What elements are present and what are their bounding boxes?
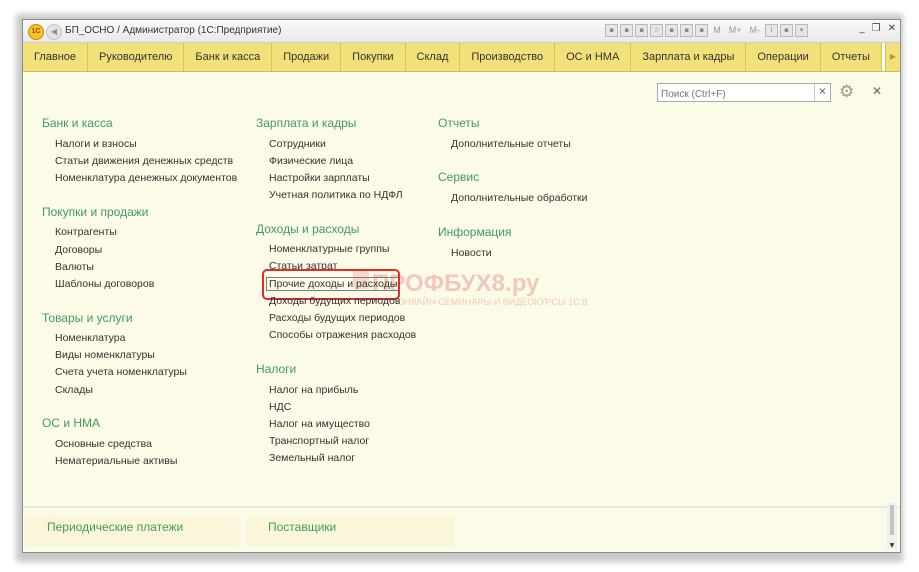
link-expense-reflection-methods[interactable]: Способы отражения расходов xyxy=(269,329,416,341)
section-salary: Зарплата и кадры xyxy=(256,116,357,130)
link-contracts[interactable]: Договоры xyxy=(55,244,102,256)
link-counterparties[interactable]: Контрагенты xyxy=(55,226,117,238)
menu-item-salary[interactable]: Зарплата и кадры xyxy=(631,43,747,71)
restore-icon[interactable]: ❐ xyxy=(872,23,881,34)
favorite-star-icon[interactable]: ☆ xyxy=(650,24,664,37)
section-goods: Товары и услуги xyxy=(42,311,133,325)
link-deferred-expenses[interactable]: Расходы будущих периодов xyxy=(269,312,405,324)
link-cash-documents[interactable]: Номенклатура денежных документов xyxy=(55,172,237,184)
link-news[interactable]: Новости xyxy=(451,247,492,259)
menu-item-production[interactable]: Производство xyxy=(460,43,556,71)
link-nomenclature-groups[interactable]: Номенклатурные группы xyxy=(269,243,389,255)
1c-logo-icon[interactable]: 1С xyxy=(28,24,44,40)
menu-item-reports[interactable]: Отчеты xyxy=(821,43,882,71)
link-employees[interactable]: Сотрудники xyxy=(269,138,326,150)
section-income-expenses: Доходы и расходы xyxy=(256,222,360,236)
window-controls: _ ❐ ✕ xyxy=(860,23,896,34)
link-ndfl-policy[interactable]: Учетная политика по НДФЛ xyxy=(269,189,403,201)
menu-item-warehouse[interactable]: Склад xyxy=(406,43,461,71)
calendar-icon[interactable]: ▪ xyxy=(680,24,694,37)
link-currencies[interactable]: Валюты xyxy=(55,261,94,273)
section-os: ОС и НМА xyxy=(42,416,101,430)
title-bar: 1С ◀ БП_ОСНО / Администратор (1С:Предпри… xyxy=(23,20,900,43)
link-nomenclature-types[interactable]: Виды номенклатуры xyxy=(55,349,155,361)
watermark-tagline: ОНЛАЙН-СЕМИНАРЫ И ВИДЕОКУРСЫ 1С:8 xyxy=(397,297,588,307)
link-fixed-assets[interactable]: Основные средства xyxy=(55,438,152,450)
link-vat[interactable]: НДС xyxy=(269,401,291,413)
menu-item-purchases[interactable]: Покупки xyxy=(341,43,406,71)
menu-item-main[interactable]: Главное xyxy=(23,43,89,71)
menu-dropdown-icon[interactable]: ▾ xyxy=(795,24,808,37)
link-cash-flow-items[interactable]: Статьи движения денежных средств xyxy=(55,155,233,167)
link-transport-tax[interactable]: Транспортный налог xyxy=(269,435,369,447)
link-contract-templates[interactable]: Шаблоны договоров xyxy=(55,278,154,290)
link-additional-processing[interactable]: Дополнительные обработки xyxy=(451,192,587,204)
section-reports: Отчеты xyxy=(438,116,480,130)
link-individuals[interactable]: Физические лица xyxy=(269,155,353,167)
section-service: Сервис xyxy=(438,170,480,184)
print-icon[interactable]: ▪ xyxy=(620,24,634,37)
menu-scroll-right-icon[interactable]: ▶ xyxy=(885,43,900,71)
search-box: × xyxy=(657,83,831,102)
panel-icon[interactable]: ▪ xyxy=(780,24,793,37)
link-salary-settings[interactable]: Настройки зарплаты xyxy=(269,172,370,184)
memory-button[interactable]: M xyxy=(710,24,724,37)
menu-item-manager[interactable]: Руководителю xyxy=(88,43,185,71)
calculator-icon[interactable]: ▪ xyxy=(695,24,709,37)
close-icon[interactable]: ✕ xyxy=(872,84,882,98)
info-icon[interactable]: i xyxy=(765,24,778,37)
preview-icon[interactable]: ▪ xyxy=(635,24,649,37)
section-info: Информация xyxy=(438,225,512,239)
link-nomenclature[interactable]: Номенклатура xyxy=(55,332,125,344)
menu-item-os[interactable]: ОС и НМА xyxy=(555,43,632,71)
link-warehouses[interactable]: Склады xyxy=(55,384,93,396)
history-icon[interactable]: ▪ xyxy=(665,24,679,37)
link-taxes-contributions[interactable]: Налоги и взносы xyxy=(55,138,137,150)
close-window-icon[interactable]: ✕ xyxy=(888,23,896,34)
link-profit-tax[interactable]: Налог на прибыль xyxy=(269,384,358,396)
scrollbar[interactable]: ▼ xyxy=(887,503,897,549)
section-bank: Банк и касса xyxy=(42,116,113,130)
section-taxes: Налоги xyxy=(256,362,297,376)
scroll-down-icon[interactable]: ▼ xyxy=(887,542,897,549)
title-toolbar: ▪ ▪ ▪ ☆ ▪ ▪ ▪ M M+ M- i ▪ ▾ xyxy=(605,24,808,37)
link-nomenclature-accounts[interactable]: Счета учета номенклатуры xyxy=(55,366,187,378)
menu-item-sales[interactable]: Продажи xyxy=(272,43,342,71)
link-land-tax[interactable]: Земельный налог xyxy=(269,452,355,464)
window-title: БП_ОСНО / Администратор (1С:Предприятие) xyxy=(65,25,282,36)
panel-divider xyxy=(23,506,900,508)
tab-periodic-payments[interactable]: Периодические платежи xyxy=(25,516,239,546)
app-window: 1С ◀ БП_ОСНО / Администратор (1С:Предпри… xyxy=(22,19,901,553)
menu-item-bank[interactable]: Банк и касса xyxy=(184,43,273,71)
link-deferred-income[interactable]: Доходы будущих периодов xyxy=(269,295,400,307)
memory-plus-button[interactable]: M+ xyxy=(726,24,745,37)
memory-minus-button[interactable]: M- xyxy=(747,24,764,37)
gear-icon[interactable]: ⚙ xyxy=(839,82,854,102)
link-intangible-assets[interactable]: Нематериальные активы xyxy=(55,455,177,467)
search-input[interactable] xyxy=(658,87,814,102)
section-menu: Главное Руководителю Банк и касса Продаж… xyxy=(23,43,900,72)
link-property-tax[interactable]: Налог на имущество xyxy=(269,418,370,430)
section-sales: Покупки и продажи xyxy=(42,205,149,219)
menu-item-operations[interactable]: Операции xyxy=(746,43,821,71)
minimize-icon[interactable]: _ xyxy=(860,23,865,34)
search-clear-icon[interactable]: × xyxy=(814,84,830,101)
save-icon[interactable]: ▪ xyxy=(605,24,619,37)
scroll-thumb[interactable] xyxy=(890,505,894,535)
link-additional-reports[interactable]: Дополнительные отчеты xyxy=(451,138,571,150)
back-arrow-icon[interactable]: ◀ xyxy=(46,24,62,40)
tab-suppliers[interactable]: Поставщики xyxy=(246,516,454,546)
